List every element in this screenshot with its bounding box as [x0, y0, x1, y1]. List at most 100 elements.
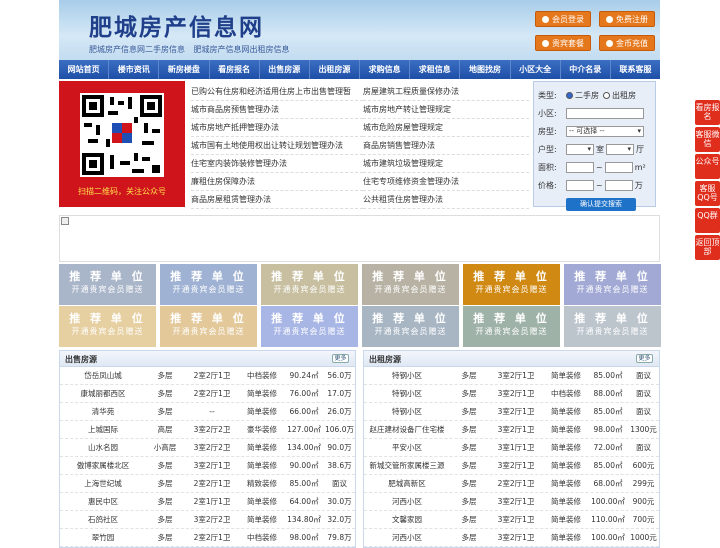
recommended-unit-slot[interactable]: 推 荐 单 位开通贵宾会员赠送: [261, 306, 358, 347]
side-back-to-top[interactable]: 返回顶部: [695, 235, 720, 260]
community-cell[interactable]: 河西小区: [364, 529, 450, 546]
vip-package-button[interactable]: 贵宾套餐: [535, 35, 591, 51]
recommended-unit-slot[interactable]: 推 荐 单 位开通贵宾会员赠送: [160, 264, 257, 305]
recommended-unit-slot[interactable]: 推 荐 单 位开通贵宾会员赠送: [564, 264, 661, 305]
radio-rent[interactable]: [603, 91, 610, 99]
policy-link[interactable]: 城市建筑垃圾管理规定: [363, 155, 529, 173]
sale-more-button[interactable]: 更多: [332, 354, 349, 363]
table-row[interactable]: 新城交管所家属楼三源 多层 3室2厅1卫 简单装修 85.00㎡ 600元: [364, 457, 659, 475]
table-row[interactable]: 惠民中区 多层 2室1厅1卫 简单装修 64.00㎡ 30.0万: [60, 493, 355, 511]
side-viewing-signup[interactable]: 看房报名: [695, 100, 720, 125]
table-row[interactable]: 山水名园 小高层 3室2厅2卫 简单装修 134.00㎡ 90.0万: [60, 439, 355, 457]
nav-for-sale[interactable]: 出售房源: [260, 60, 310, 79]
recommended-unit-slot[interactable]: 推 荐 单 位开通贵宾会员赠送: [59, 264, 156, 305]
policy-link[interactable]: 商品房屋租赁管理办法: [191, 191, 363, 209]
nav-for-rent[interactable]: 出租房源: [310, 60, 361, 79]
table-row[interactable]: 上海世纪城 多层 2室2厅1卫 精致装修 85.00㎡ 面议: [60, 475, 355, 493]
community-cell[interactable]: 山水名园: [60, 439, 146, 456]
community-cell[interactable]: 特钢小区: [364, 403, 450, 420]
side-official-account[interactable]: 公众号: [695, 154, 720, 179]
site-title[interactable]: 肥城房产信息网: [89, 8, 264, 42]
recommended-unit-slot[interactable]: 推 荐 单 位开通贵宾会员赠送: [362, 306, 459, 347]
area-max-input[interactable]: [604, 161, 633, 173]
area-min-input[interactable]: [566, 161, 594, 173]
community-cell[interactable]: 上城国际: [60, 421, 146, 438]
policy-link[interactable]: 已购公有住房和经济适用住房上市出售管理暂: [191, 83, 363, 101]
register-button[interactable]: 免费注册: [599, 11, 655, 27]
price-min-input[interactable]: [566, 179, 594, 191]
community-cell[interactable]: 河西小区: [364, 493, 450, 510]
community-cell[interactable]: 岱岳凤山城: [60, 367, 146, 384]
community-cell[interactable]: 上海世纪城: [60, 475, 146, 492]
policy-link[interactable]: 住宅专项维修资金管理办法: [363, 173, 529, 191]
community-cell[interactable]: 石鸽社区: [60, 511, 146, 528]
community-cell[interactable]: 新城交管所家属楼三源: [364, 457, 450, 474]
table-row[interactable]: 文馨家园 多层 3室2厅1卫 简单装修 110.00㎡ 700元: [364, 511, 659, 529]
policy-link[interactable]: 廉租住房保障办法: [191, 173, 363, 191]
community-cell[interactable]: 傲博家属楼北区: [60, 457, 146, 474]
table-row[interactable]: 翠竹园 多层 2室2厅1卫 中档装修 98.00㎡ 79.8万: [60, 529, 355, 547]
nav-news[interactable]: 楼市资讯: [109, 60, 160, 79]
radio-secondhand[interactable]: [566, 91, 573, 99]
housetype-select[interactable]: -- 可选择 -- ▾: [566, 125, 644, 137]
table-row[interactable]: 傲博家属楼北区 多层 3室2厅1卫 简单装修 90.00㎡ 38.6万: [60, 457, 355, 475]
table-row[interactable]: 特钢小区 多层 3室2厅1卫 中档装修 88.00㎡ 面议: [364, 385, 659, 403]
table-row[interactable]: 平安小区 多层 3室1厅1卫 简单装修 72.00㎡ 面议: [364, 439, 659, 457]
table-row[interactable]: 上城国际 高层 3室2厅2卫 豪华装修 127.00㎡ 106.0万: [60, 421, 355, 439]
recommended-unit-slot[interactable]: 推 荐 单 位开通贵宾会员赠送: [564, 306, 661, 347]
community-cell[interactable]: 特钢小区: [364, 367, 450, 384]
nav-communities[interactable]: 小区大全: [511, 60, 561, 79]
side-wechat[interactable]: 客服微信: [695, 127, 720, 152]
table-row[interactable]: 岱岳凤山城 多层 2室2厅1卫 中档装修 90.24㎡ 56.0万: [60, 367, 355, 385]
nav-home[interactable]: 网站首页: [59, 60, 110, 79]
recommended-unit-slot[interactable]: 推 荐 单 位开通贵宾会员赠送: [463, 306, 560, 347]
nav-agents[interactable]: 中介名录: [561, 60, 611, 79]
nav-want-buy[interactable]: 求购信息: [360, 60, 411, 79]
table-row[interactable]: 赵庄建材设备厂住宅楼 多层 3室2厅1卫 简单装修 98.00㎡ 1300元: [364, 421, 659, 439]
nav-new-homes[interactable]: 新房楼盘: [159, 60, 210, 79]
community-cell[interactable]: 特钢小区: [364, 385, 450, 402]
policy-link[interactable]: 城市房地产抵押管理办法: [191, 119, 363, 137]
community-cell[interactable]: 赵庄建材设备厂住宅楼: [364, 421, 450, 438]
policy-link[interactable]: 城市商品房预售管理办法: [191, 101, 363, 119]
recommended-unit-slot[interactable]: 推 荐 单 位开通贵宾会员赠送: [59, 306, 156, 347]
hall-select[interactable]: ▾: [606, 143, 634, 155]
banner-image[interactable]: [59, 215, 660, 262]
table-row[interactable]: 河西小区 多层 3室2厅1卫 简单装修 100.00㎡ 1000元: [364, 529, 659, 547]
community-cell[interactable]: 惠民中区: [60, 493, 146, 510]
side-qq-group[interactable]: QQ群: [695, 208, 720, 233]
search-submit-button[interactable]: 确认提交搜索: [566, 198, 636, 211]
policy-link[interactable]: 城市危险房屋管理规定: [363, 119, 529, 137]
policy-link[interactable]: 公共租赁住房管理办法: [363, 191, 529, 209]
side-qq[interactable]: 客服QQ号: [695, 181, 720, 206]
table-row[interactable]: 肥城高新区 多层 2室2厅1卫 简单装修 68.00㎡ 299元: [364, 475, 659, 493]
community-cell[interactable]: 平安小区: [364, 439, 450, 456]
table-row[interactable]: 清华苑 多层 -- 简单装修 66.00㎡ 26.0万: [60, 403, 355, 421]
price-max-input[interactable]: [604, 179, 633, 191]
community-input[interactable]: [566, 107, 644, 119]
table-row[interactable]: 特钢小区 多层 3室2厅1卫 简单装修 85.00㎡ 面议: [364, 403, 659, 421]
nav-viewing-signup[interactable]: 看房报名: [210, 60, 260, 79]
table-row[interactable]: 河西小区 多层 3室2厅1卫 简单装修 100.00㎡ 900元: [364, 493, 659, 511]
policy-link[interactable]: 住宅室内装饰装修管理办法: [191, 155, 363, 173]
table-row[interactable]: 康城丽都西区 多层 2室2厅1卫 简单装修 76.00㎡ 17.0万: [60, 385, 355, 403]
community-cell[interactable]: 康城丽都西区: [60, 385, 146, 402]
table-row[interactable]: 特钢小区 多层 3室2厅1卫 简单装修 85.00㎡ 面议: [364, 367, 659, 385]
policy-link[interactable]: 城市国有土地使用权出让转让规划管理办法: [191, 137, 363, 155]
policy-link[interactable]: 房屋建筑工程质量保修办法: [363, 83, 529, 101]
nav-contact[interactable]: 联系客服: [611, 60, 660, 79]
recommended-unit-slot[interactable]: 推 荐 单 位开通贵宾会员赠送: [463, 264, 560, 305]
recharge-button[interactable]: 金币充值: [599, 35, 655, 51]
table-row[interactable]: 石鸽社区 多层 3室2厅2卫 简单装修 134.80㎡ 32.0万: [60, 511, 355, 529]
rent-more-button[interactable]: 更多: [636, 354, 653, 363]
policy-link[interactable]: 商品房销售管理办法: [363, 137, 529, 155]
recommended-unit-slot[interactable]: 推 荐 单 位开通贵宾会员赠送: [160, 306, 257, 347]
community-cell[interactable]: 清华苑: [60, 403, 146, 420]
nav-map[interactable]: 地图找房: [460, 60, 511, 79]
community-cell[interactable]: 翠竹园: [60, 529, 146, 546]
policy-link[interactable]: 城市房地产转让管理规定: [363, 101, 529, 119]
room-select[interactable]: ▾: [566, 143, 594, 155]
recommended-unit-slot[interactable]: 推 荐 单 位开通贵宾会员赠送: [261, 264, 358, 305]
community-cell[interactable]: 肥城高新区: [364, 475, 450, 492]
community-cell[interactable]: 文馨家园: [364, 511, 450, 528]
